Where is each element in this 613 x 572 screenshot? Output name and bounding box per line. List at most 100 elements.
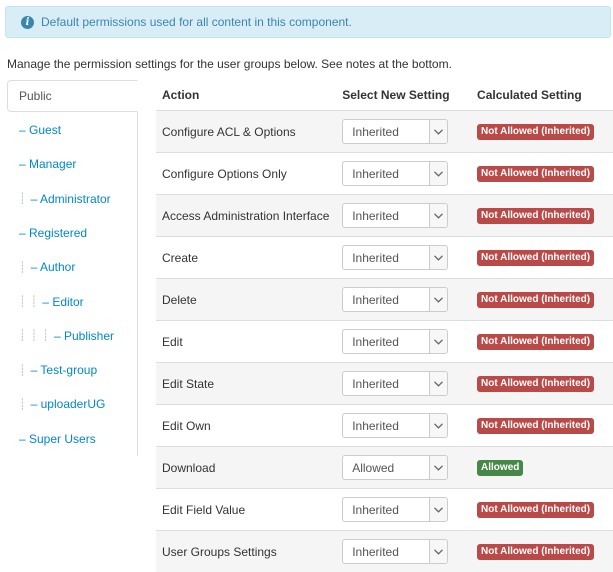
- sidebar-item[interactable]: ┊ ┊ ┊– Publisher: [19, 321, 114, 351]
- setting-cell: Inherited: [342, 531, 469, 572]
- action-label: Configure Options Only: [156, 153, 342, 195]
- status-badge: Not Allowed (Inherited): [477, 376, 594, 392]
- sidebar-item[interactable]: – Guest: [19, 115, 61, 145]
- calculated-cell: Not Allowed (Inherited): [469, 405, 613, 447]
- action-label: Access Administration Interface: [156, 195, 342, 237]
- sidebar-item[interactable]: Public: [7, 80, 138, 112]
- header-calculated: Calculated Setting: [469, 80, 613, 111]
- setting-cell: Inherited: [342, 363, 469, 405]
- action-label: Edit State: [156, 363, 342, 405]
- sidebar-item[interactable]: – Super Users: [19, 424, 96, 454]
- calculated-cell: Not Allowed (Inherited): [469, 489, 613, 531]
- table-row: Edit Field ValueInherited Not Allowed (In…: [156, 489, 613, 531]
- status-badge: Not Allowed (Inherited): [477, 334, 594, 350]
- table-row: Edit StateInherited Not Allowed (Inherite…: [156, 363, 613, 405]
- chevron-down-icon[interactable]: [429, 120, 447, 143]
- setting-value: Inherited: [343, 419, 399, 433]
- setting-select[interactable]: Inherited: [342, 119, 448, 144]
- sidebar-item[interactable]: ┊– Administrator: [19, 184, 111, 214]
- setting-select[interactable]: Allowed: [342, 455, 448, 480]
- status-badge: Not Allowed (Inherited): [477, 502, 594, 518]
- setting-select[interactable]: Inherited: [342, 203, 448, 228]
- action-label: Delete: [156, 279, 342, 321]
- setting-cell: Inherited: [342, 111, 469, 153]
- setting-select[interactable]: Inherited: [342, 161, 448, 186]
- calculated-cell: Allowed: [469, 447, 613, 489]
- calculated-cell: Not Allowed (Inherited): [469, 111, 613, 153]
- setting-select[interactable]: Inherited: [342, 245, 448, 270]
- sidebar-item[interactable]: ┊– Author: [19, 252, 75, 282]
- setting-value: Inherited: [343, 167, 399, 181]
- status-badge: Not Allowed (Inherited): [477, 292, 594, 308]
- intro-text: Manage the permission settings for the u…: [7, 57, 452, 71]
- status-badge: Not Allowed (Inherited): [477, 208, 594, 224]
- sidebar-item-label: – Test-group: [31, 363, 98, 377]
- sidebar-item[interactable]: ┊ – Test-group: [19, 355, 97, 385]
- chevron-down-icon[interactable]: [429, 204, 447, 227]
- chevron-down-icon[interactable]: [429, 330, 447, 353]
- sidebar-item-label: – Super Users: [19, 432, 96, 446]
- setting-value: Inherited: [343, 125, 399, 139]
- chevron-down-icon[interactable]: [429, 162, 447, 185]
- setting-cell: Inherited: [342, 279, 469, 321]
- chevron-down-icon[interactable]: [429, 414, 447, 437]
- sidebar-item[interactable]: ┊ ┊– Editor: [19, 287, 84, 317]
- calculated-cell: Not Allowed (Inherited): [469, 321, 613, 363]
- header-action: Action: [156, 80, 342, 111]
- tree-guide: ┊ ┊ ┊: [19, 329, 50, 342]
- setting-cell: Inherited: [342, 153, 469, 195]
- chevron-down-icon[interactable]: [429, 288, 447, 311]
- status-badge: Allowed: [477, 460, 523, 476]
- setting-cell: Allowed: [342, 447, 469, 489]
- setting-select[interactable]: Inherited: [342, 329, 448, 354]
- action-label: Configure ACL & Options: [156, 111, 342, 153]
- sidebar-item[interactable]: – Registered: [19, 218, 87, 248]
- setting-value: Inherited: [343, 209, 399, 223]
- setting-value: Inherited: [343, 293, 399, 307]
- table-header-row: Action Select New Setting Calculated Set…: [156, 80, 613, 111]
- setting-select[interactable]: Inherited: [342, 497, 448, 522]
- sidebar-item-label: – uploaderUG: [31, 397, 106, 411]
- sidebar-item-label: – Administrator: [31, 192, 111, 206]
- setting-value: Allowed: [343, 461, 394, 475]
- permissions-table: Action Select New Setting Calculated Set…: [156, 80, 613, 572]
- tree-guide: ┊: [19, 364, 27, 377]
- tree-guide: ┊: [19, 261, 27, 274]
- setting-value: Inherited: [343, 335, 399, 349]
- setting-select[interactable]: Inherited: [342, 371, 448, 396]
- tree-guide: ┊ ┊: [19, 295, 38, 308]
- table-row: CreateInherited Not Allowed (Inherited): [156, 237, 613, 279]
- action-label: Edit: [156, 321, 342, 363]
- setting-select[interactable]: Inherited: [342, 539, 448, 564]
- setting-cell: Inherited: [342, 489, 469, 531]
- table-row: Edit OwnInheritedNot Allowed (Inherited): [156, 405, 613, 447]
- action-label: Create: [156, 237, 342, 279]
- calculated-cell: Not Allowed (Inherited): [469, 237, 613, 279]
- setting-value: Inherited: [343, 503, 399, 517]
- chevron-down-icon[interactable]: [429, 456, 447, 479]
- table-row: Access Administration InterfaceInherited…: [156, 195, 613, 237]
- table-row: DeleteInherited Not Allowed (Inherited): [156, 279, 613, 321]
- alert-message: Default permissions used for all content…: [41, 15, 352, 29]
- setting-select[interactable]: Inherited: [342, 413, 448, 438]
- chevron-down-icon[interactable]: [429, 372, 447, 395]
- chevron-down-icon[interactable]: [429, 246, 447, 269]
- calculated-cell: Not Allowed (Inherited): [469, 363, 613, 405]
- info-alert: i Default permissions used for all conte…: [5, 6, 611, 38]
- table-row: DownloadAllowedAllowed: [156, 447, 613, 489]
- setting-select[interactable]: Inherited: [342, 287, 448, 312]
- calculated-cell: Not Allowed (Inherited): [469, 153, 613, 195]
- chevron-down-icon[interactable]: [429, 498, 447, 521]
- status-badge: Not Allowed (Inherited): [477, 124, 594, 140]
- action-label: Edit Field Value: [156, 489, 342, 531]
- sidebar-item[interactable]: – Manager: [19, 149, 76, 179]
- header-select: Select New Setting: [342, 80, 469, 111]
- sidebar-item-label: – Guest: [19, 123, 61, 137]
- calculated-cell: Not Allowed (Inherited): [469, 279, 613, 321]
- table-row: EditInherited Not Allowed (Inherited): [156, 321, 613, 363]
- sidebar-item[interactable]: ┊ – uploaderUG: [19, 389, 105, 419]
- tree-guide: ┊: [19, 398, 27, 411]
- user-group-tabs: Public– Guest– Manager┊– Administrator– …: [7, 80, 138, 456]
- action-label: Download: [156, 447, 342, 489]
- table-row: User Groups SettingsInheritedNot Allowed…: [156, 531, 613, 572]
